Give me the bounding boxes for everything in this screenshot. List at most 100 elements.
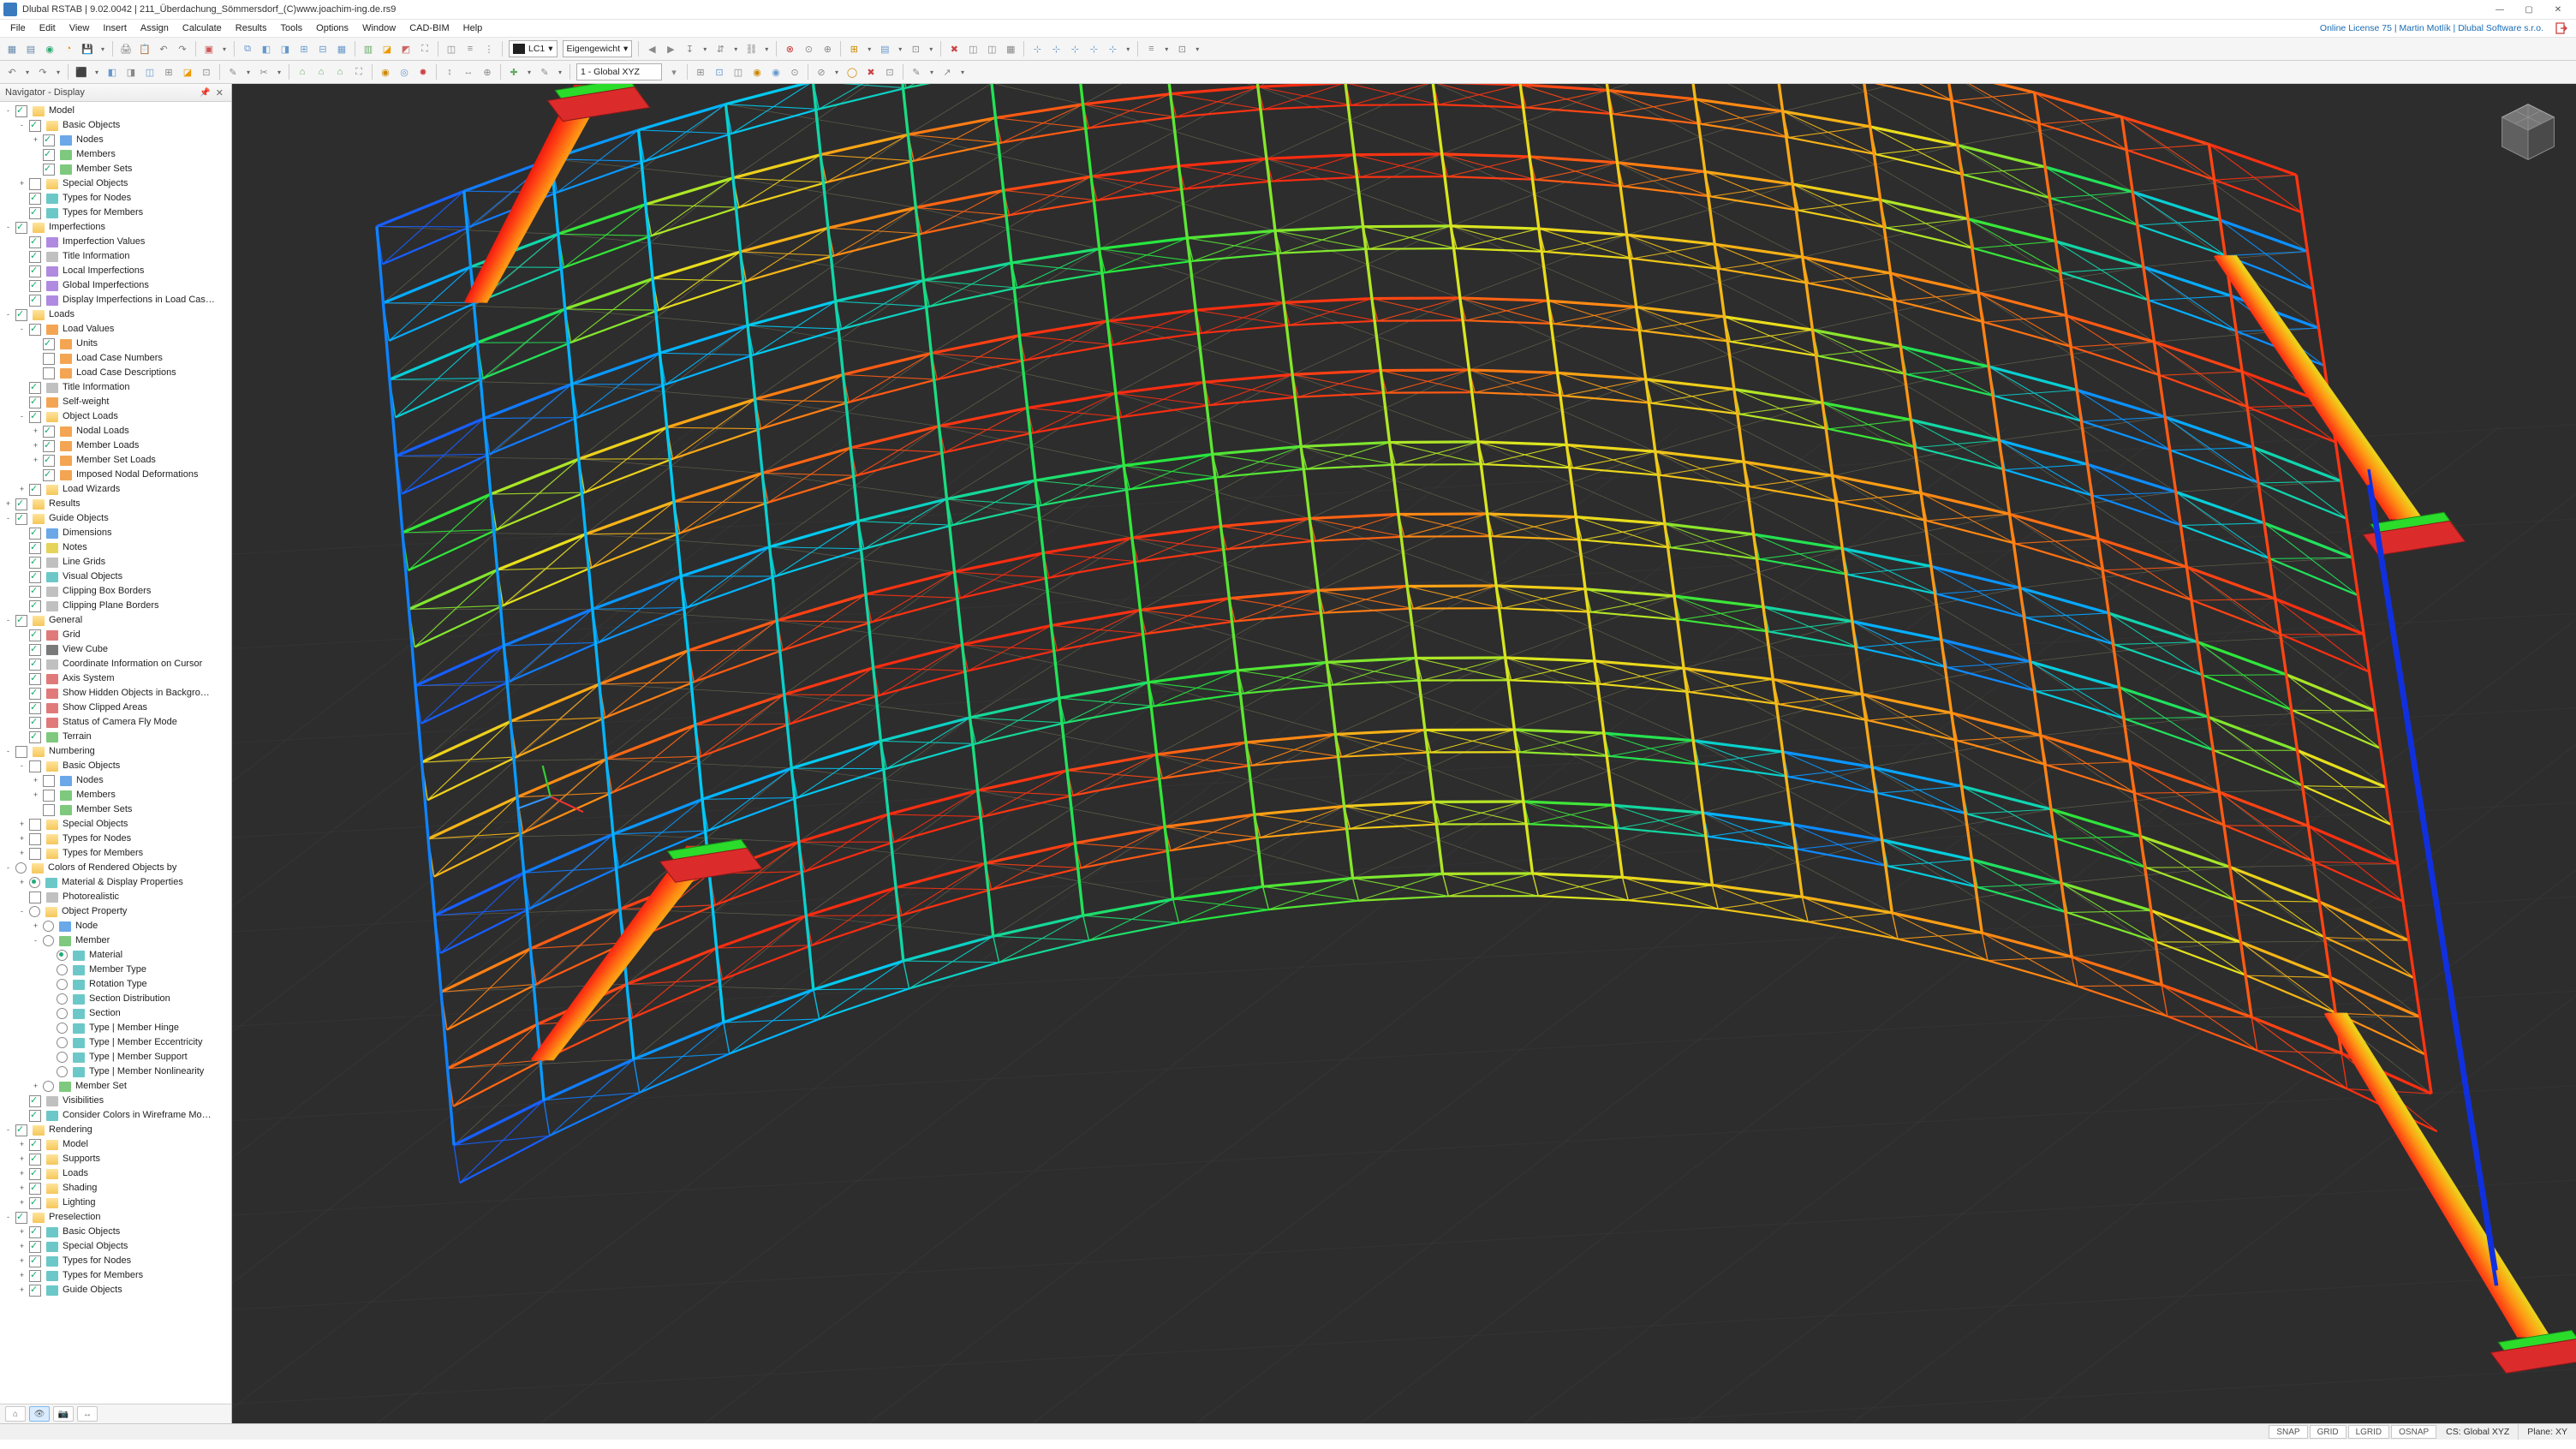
tree-checkbox[interactable] <box>29 411 41 423</box>
toolbar-button[interactable]: ◧ <box>104 63 121 80</box>
tree-checkbox[interactable] <box>43 338 55 350</box>
tree-twisty[interactable]: + <box>17 1225 27 1239</box>
tree-radio[interactable] <box>57 950 68 961</box>
dropdown-arrow[interactable]: ▾ <box>926 40 936 57</box>
tree-row[interactable]: +Basic Objects <box>0 1225 231 1239</box>
tree-checkbox[interactable] <box>43 426 55 438</box>
tree-row[interactable]: Material <box>0 948 231 963</box>
tree-twisty[interactable]: + <box>3 497 13 511</box>
tree-checkbox[interactable] <box>29 280 41 292</box>
toolbar-button[interactable]: ⊕ <box>819 40 836 57</box>
tree-twisty[interactable]: - <box>3 861 13 875</box>
nav-tab-data[interactable]: ⌂ <box>5 1406 26 1422</box>
tree-radio[interactable] <box>57 993 68 1005</box>
toolbar-button[interactable]: ⊹ <box>1066 40 1083 57</box>
tree-twisty[interactable]: + <box>17 1268 27 1283</box>
tree-checkbox[interactable] <box>29 644 41 656</box>
tree-row[interactable]: Load Case Numbers <box>0 351 231 366</box>
dropdown-arrow[interactable]: ▾ <box>219 40 230 57</box>
toolbar-button[interactable]: ◨ <box>277 40 294 57</box>
tree-checkbox[interactable] <box>43 367 55 379</box>
toolbar-button[interactable]: ◎ <box>396 63 413 80</box>
tree-checkbox[interactable] <box>15 615 27 627</box>
tree-twisty[interactable]: - <box>17 904 27 919</box>
dropdown-arrow[interactable]: ▾ <box>730 40 741 57</box>
tree-checkbox[interactable] <box>29 731 41 743</box>
tree-row[interactable]: +Load Wizards <box>0 482 231 497</box>
menu-options[interactable]: Options <box>309 21 355 35</box>
toolbar-button[interactable]: ⊹ <box>1104 40 1121 57</box>
menu-file[interactable]: File <box>3 21 33 35</box>
toolbar-button[interactable]: ⊞ <box>845 40 862 57</box>
toolbar-button[interactable]: ◫ <box>141 63 158 80</box>
tree-checkbox[interactable] <box>15 1212 27 1224</box>
tree-row[interactable]: +Members <box>0 788 231 802</box>
toolbar-button[interactable]: ✎ <box>536 63 553 80</box>
tree-radio[interactable] <box>15 862 27 874</box>
tree-twisty[interactable]: + <box>31 133 40 147</box>
toolbar-button[interactable]: ◉ <box>41 40 58 57</box>
toolbar-button[interactable]: ◯ <box>844 63 861 80</box>
menu-calculate[interactable]: Calculate <box>176 21 229 35</box>
tree-row[interactable]: -Loads <box>0 307 231 322</box>
tree-row[interactable]: +Model <box>0 1137 231 1152</box>
tree-twisty[interactable]: + <box>31 424 40 438</box>
toolbar-button[interactable]: ▤ <box>876 40 893 57</box>
toolbar-button[interactable]: 🖨 <box>117 40 134 57</box>
tree-row[interactable]: +Member Loads <box>0 438 231 453</box>
menu-results[interactable]: Results <box>229 21 274 35</box>
grid-toggle[interactable]: GRID <box>2310 1425 2346 1439</box>
tree-checkbox[interactable] <box>29 178 41 190</box>
dropdown-arrow[interactable]: ▾ <box>927 63 937 80</box>
toolbar-button[interactable]: ⊟ <box>314 40 331 57</box>
tree-row[interactable]: Member Sets <box>0 802 231 817</box>
tree-checkbox[interactable] <box>15 309 27 321</box>
tree-row[interactable]: Terrain <box>0 730 231 744</box>
tree-checkbox[interactable] <box>29 120 41 132</box>
tree-checkbox[interactable] <box>15 513 27 525</box>
tree-row[interactable]: Consider Colors in Wireframe Mo… <box>0 1108 231 1123</box>
tree-twisty[interactable]: - <box>3 744 13 759</box>
toolbar-button[interactable]: ▣ <box>200 40 218 57</box>
tree-row[interactable]: Axis System <box>0 671 231 686</box>
toolbar-button[interactable]: ◫ <box>983 40 1000 57</box>
tree-row[interactable]: Photorealistic <box>0 890 231 904</box>
toolbar-button[interactable]: ▦ <box>3 40 21 57</box>
toolbar-button[interactable]: ↷ <box>34 63 51 80</box>
toolbar-button[interactable]: ⇵ <box>712 40 729 57</box>
tree-radio[interactable] <box>43 935 54 946</box>
tree-checkbox[interactable] <box>43 775 55 787</box>
lgrid-toggle[interactable]: LGRID <box>2348 1425 2390 1439</box>
tree-twisty[interactable]: + <box>17 1137 27 1152</box>
dropdown-arrow[interactable]: ▾ <box>832 63 842 80</box>
tree-checkbox[interactable] <box>43 455 55 467</box>
toolbar-button[interactable]: ⌂ <box>313 63 330 80</box>
osnap-toggle[interactable]: OSNAP <box>2391 1425 2436 1439</box>
menu-window[interactable]: Window <box>355 21 402 35</box>
tree-radio[interactable] <box>57 1052 68 1063</box>
toolbar-button[interactable]: ⋮ <box>480 40 498 57</box>
tree-row[interactable]: +Special Objects <box>0 1239 231 1254</box>
tree-row[interactable]: Grid <box>0 628 231 642</box>
dropdown-arrow[interactable]: ▾ <box>895 40 905 57</box>
tree-row[interactable]: Visual Objects <box>0 569 231 584</box>
tree-checkbox[interactable] <box>29 571 41 583</box>
toolbar-button[interactable]: ◫ <box>964 40 981 57</box>
toolbar-button[interactable]: ◪ <box>179 63 196 80</box>
toolbar-button[interactable]: ⧉ <box>239 40 256 57</box>
toolbar-button[interactable]: ⛓ <box>742 40 760 57</box>
toolbar-button[interactable]: ◪ <box>379 40 396 57</box>
menu-assign[interactable]: Assign <box>134 21 176 35</box>
tree-row[interactable]: Self-weight <box>0 395 231 409</box>
tree-checkbox[interactable] <box>29 1154 41 1166</box>
tree-checkbox[interactable] <box>29 382 41 394</box>
toolbar-button[interactable]: ⊡ <box>907 40 924 57</box>
tree-row[interactable]: Type | Member Support <box>0 1050 231 1064</box>
tree-row[interactable]: +Member Set Loads <box>0 453 231 468</box>
tree-row[interactable]: Local Imperfections <box>0 264 231 278</box>
maximize-button[interactable]: ▢ <box>2514 0 2543 19</box>
tree-checkbox[interactable] <box>43 353 55 365</box>
tree-row[interactable]: +Special Objects <box>0 817 231 832</box>
tree-radio[interactable] <box>57 1037 68 1048</box>
tree-row[interactable]: Section Distribution <box>0 992 231 1006</box>
